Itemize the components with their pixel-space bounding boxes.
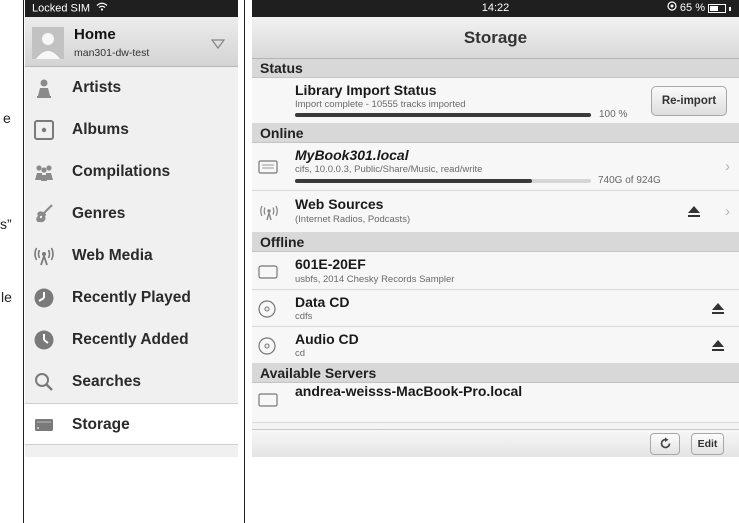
offline-item-subtitle: usbfs, 2014 Chesky Records Sampler: [295, 274, 455, 285]
sidebar-item-web-media[interactable]: Web Media: [25, 235, 238, 277]
background-text-fragment: e: [3, 110, 11, 126]
offline-item-title: 601E-20EF: [295, 256, 366, 272]
page-title: Storage: [252, 17, 739, 59]
chevron-down-icon[interactable]: [210, 37, 226, 50]
offline-item-subtitle: cd: [295, 348, 306, 359]
battery-icon: [708, 4, 726, 13]
library-import-subtitle: Import complete - 10555 tracks imported: [295, 99, 466, 110]
refresh-icon: [659, 437, 672, 457]
section-header-offline: Offline: [252, 233, 739, 252]
refresh-button[interactable]: [650, 433, 680, 455]
home-subtitle: man301-dw-test: [74, 47, 150, 59]
import-progress-value: 100 %: [599, 109, 628, 120]
sidebar-item-recently-added[interactable]: Recently Added: [25, 319, 238, 361]
sidebar-item-label: Albums: [72, 121, 129, 138]
section-header-available-servers: Available Servers: [252, 364, 739, 383]
server-title: andrea-weisss-MacBook-Pro.local: [295, 383, 523, 399]
sidebar-item-recently-played[interactable]: Recently Played: [25, 277, 238, 319]
eject-icon[interactable]: [711, 302, 725, 315]
offline-item-audio-cd[interactable]: Audio CD cd: [252, 327, 739, 364]
broadcast-icon: [258, 204, 280, 227]
section-header-status: Status: [252, 59, 739, 78]
sidebar-item-label: Recently Played: [72, 289, 191, 306]
sidebar-item-label: Compilations: [72, 163, 171, 180]
sidebar-item-label: Artists: [72, 79, 122, 96]
sidebar-screen: Locked SIM Home man301-dw-test Artists A…: [25, 0, 238, 457]
mybook-title: MyBook301.local: [295, 147, 409, 163]
import-progress-bar: [295, 113, 591, 117]
mybook-subtitle: cifs, 10.0.0.3, Public/Share/Music, read…: [295, 164, 483, 175]
sidebar-item-compilations[interactable]: Compilations: [25, 151, 238, 193]
offline-item-subtitle: cdfs: [295, 311, 313, 322]
clock-icon: [33, 287, 55, 309]
wifi-icon: [96, 0, 108, 17]
guitar-icon: [33, 203, 55, 225]
background-text-fragment: s”: [0, 216, 12, 232]
page-divider: [244, 0, 245, 523]
album-icon: [33, 119, 55, 141]
home-selector[interactable]: Home man301-dw-test: [25, 17, 238, 67]
cd-icon: [258, 300, 276, 323]
section-header-online: Online: [252, 124, 739, 143]
offline-item-title: Data CD: [295, 294, 350, 310]
offline-item-data-cd[interactable]: Data CD cdfs: [252, 290, 739, 327]
eject-icon[interactable]: [687, 205, 701, 218]
offline-item-title: Audio CD: [295, 331, 359, 347]
storage-screen: 14:22 65 % Storage Status Library Import…: [252, 0, 739, 457]
status-bar: 14:22 65 %: [252, 0, 739, 17]
sidebar-item-label: Web Media: [72, 247, 153, 264]
sidebar-menu: Artists Albums Compilations Genres Web M…: [25, 67, 238, 445]
artist-icon: [33, 77, 55, 99]
carrier-text: Locked SIM: [32, 2, 91, 15]
sidebar-item-storage[interactable]: Storage: [25, 403, 238, 445]
storage-usage-value: 740G of 924G: [598, 175, 661, 186]
storage-usage-bar: [295, 179, 591, 183]
search-icon: [33, 371, 55, 393]
sidebar-item-label: Storage: [72, 416, 130, 433]
sidebar-item-artists[interactable]: Artists: [25, 67, 238, 109]
web-sources-subtitle: (Internet Radios, Podcasts): [295, 214, 411, 225]
sidebar-item-label: Searches: [72, 373, 141, 390]
home-avatar: [32, 27, 64, 59]
background-text-fragment: le: [1, 289, 12, 305]
chevron-right-icon: ›: [725, 158, 730, 175]
storage-icon: [33, 414, 55, 436]
server-icon: [258, 393, 278, 412]
drive-icon: [258, 160, 278, 179]
bottom-toolbar: Edit: [252, 429, 739, 457]
home-title: Home: [74, 26, 116, 43]
offline-item-usb[interactable]: 601E-20EF usbfs, 2014 Chesky Records Sam…: [252, 252, 739, 290]
drive-icon: [258, 265, 278, 284]
library-import-row: Library Import Status Import complete - …: [252, 78, 739, 124]
reimport-button[interactable]: Re-import: [651, 86, 727, 116]
edit-button[interactable]: Edit: [691, 433, 724, 455]
sidebar-item-albums[interactable]: Albums: [25, 109, 238, 151]
battery-percent: 65 %: [679, 2, 705, 14]
status-bar: Locked SIM: [25, 0, 238, 17]
page-divider: [23, 0, 24, 523]
compilations-icon: [33, 161, 55, 183]
sidebar-item-genres[interactable]: Genres: [25, 193, 238, 235]
rotation-lock-icon: [667, 0, 677, 17]
eject-icon[interactable]: [711, 339, 725, 352]
cd-icon: [258, 337, 276, 360]
clock-icon: [33, 329, 55, 351]
web-sources-title: Web Sources: [295, 196, 384, 212]
server-row[interactable]: andrea-weisss-MacBook-Pro.local: [252, 383, 739, 423]
sidebar-item-searches[interactable]: Searches: [25, 361, 238, 403]
sidebar-item-label: Recently Added: [72, 331, 189, 348]
library-import-title: Library Import Status: [295, 82, 437, 98]
broadcast-icon: [33, 245, 55, 267]
sidebar-item-label: Genres: [72, 205, 126, 222]
battery-indicator: 65 %: [667, 0, 731, 17]
chevron-right-icon: ›: [725, 203, 730, 220]
web-sources-row[interactable]: Web Sources (Internet Radios, Podcasts) …: [252, 191, 739, 233]
mybook-row[interactable]: MyBook301.local cifs, 10.0.0.3, Public/S…: [252, 143, 739, 191]
